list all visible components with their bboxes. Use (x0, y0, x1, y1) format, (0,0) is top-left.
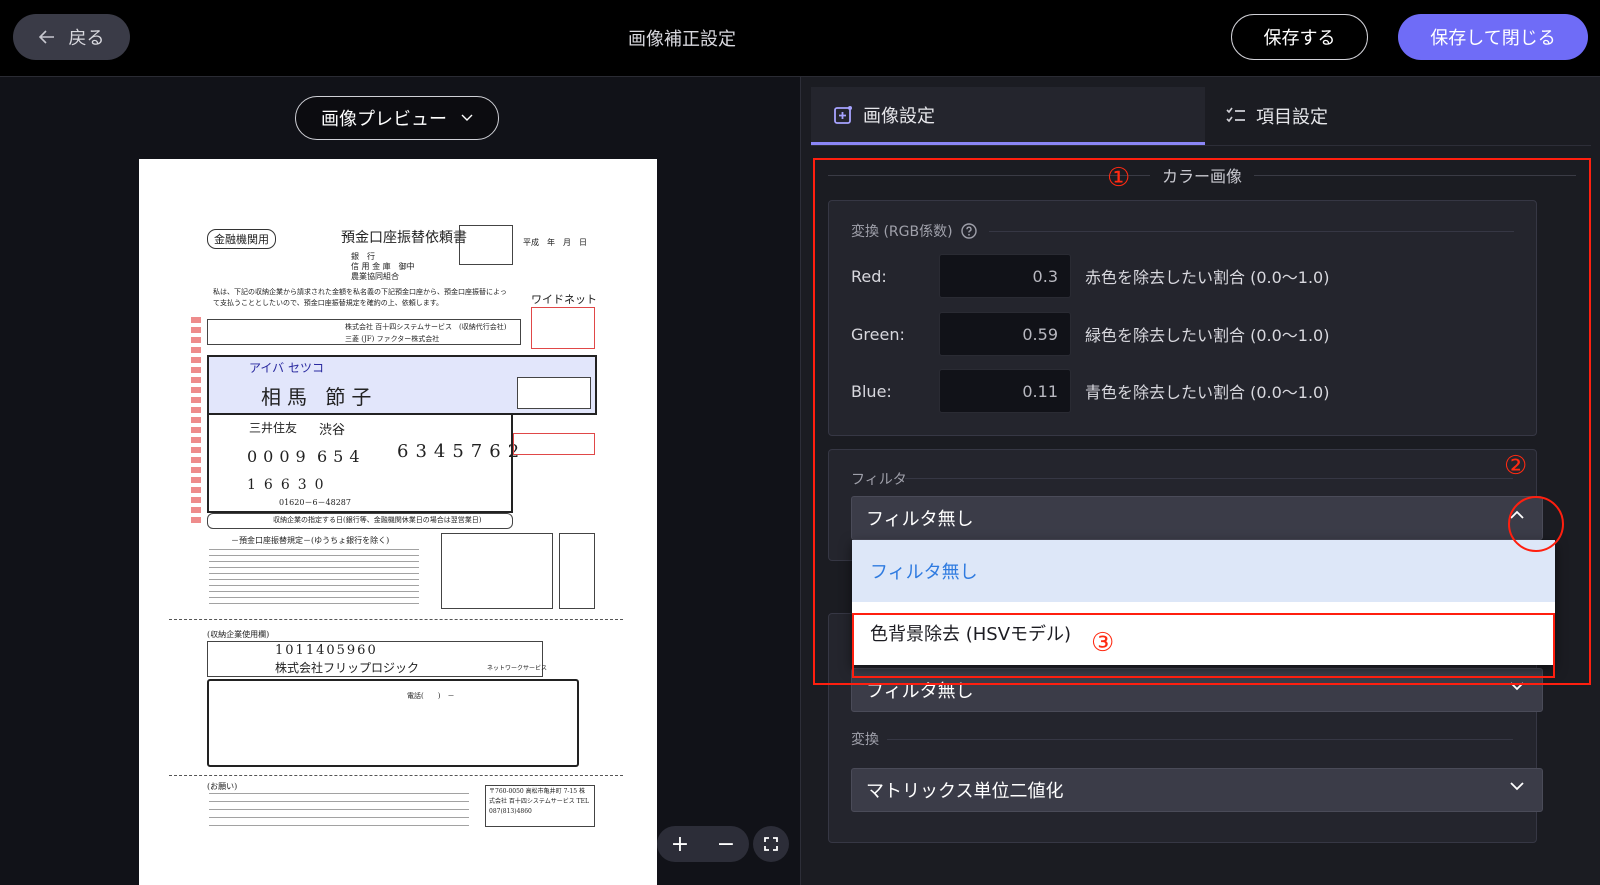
doc-branch-name: 渋谷 (319, 423, 346, 438)
fit-to-screen-button[interactable] (753, 826, 789, 862)
zoom-pill: + − (657, 826, 749, 862)
settings-tabs: 画像設定 項目設定 (811, 87, 1591, 146)
doc-red-box-top (531, 307, 595, 349)
top-bar: 戻る 画像補正設定 保存する 保存して閉じる (0, 0, 1600, 77)
annotation-box-option (852, 613, 1555, 678)
doc-payee-box (207, 319, 521, 345)
list-check-icon (1226, 107, 1245, 123)
conversion-select[interactable]: マトリックス単位二値化 (851, 768, 1543, 812)
tab-image-settings-label: 画像設定 (863, 105, 935, 127)
doc-branch-code: 654 (317, 447, 366, 466)
doc-bank-name: 三井住友 (249, 421, 298, 435)
zoom-out-button[interactable]: − (703, 826, 749, 862)
doc-consignor-name: 株式会社フリップロジック (275, 661, 420, 675)
doc-phone-label: 電話( ) － (407, 692, 455, 700)
chevron-down-icon (461, 114, 473, 121)
doc-badge: 金融機関用 (207, 229, 276, 249)
doc-transfer-note: 収納企業の指定する日(銀行等、金融機関休業日の場合は翌営業日) (273, 516, 482, 524)
image-preview-panel: 画像プレビュー 金融機関用 預金口座振替依頼書 平成 年 月 日 銀 行 信 用… (0, 77, 800, 885)
doc-account-sub: 01620－6－48287 (279, 498, 351, 507)
doc-stamp-column (559, 533, 595, 609)
doc-service: ネットワークサービス (487, 665, 548, 672)
preview-mode-label: 画像プレビュー (321, 109, 447, 130)
fullscreen-icon (764, 837, 778, 851)
doc-footer-body (209, 793, 469, 829)
annotation-circle-chevron (1508, 496, 1564, 552)
doc-date: 平成 年 月 日 (523, 238, 587, 247)
doc-consignor-number: 1011405960 (275, 643, 378, 658)
preview-mode-select[interactable]: 画像プレビュー (295, 96, 499, 140)
doc-bank-use-box (441, 533, 553, 609)
doc-postal-code: 16630 (247, 477, 332, 493)
chevron-down-icon (1510, 782, 1524, 791)
doc-account-name: 相馬 節子 (261, 385, 378, 409)
doc-rules-body (209, 549, 419, 605)
doc-dotted-divider-1 (169, 619, 623, 620)
tab-field-settings-label: 項目設定 (1256, 107, 1328, 128)
annotation-mark-1: ① (1107, 163, 1131, 193)
save-and-close-button[interactable]: 保存して閉じる (1398, 14, 1588, 60)
conversion-label: 変換 (851, 732, 879, 748)
tab-field-settings[interactable]: 項目設定 (1226, 87, 1328, 145)
zoom-in-button[interactable]: + (657, 826, 703, 862)
doc-seal-box (517, 377, 591, 409)
zoom-controls: + − (657, 826, 789, 862)
document-preview-image: 金融機関用 預金口座振替依頼書 平成 年 月 日 銀 行 信 用 金 庫 御中 … (139, 159, 657, 885)
doc-company-section: (収納企業使用欄) (207, 630, 270, 639)
image-sparkle-icon (834, 105, 852, 124)
tab-image-settings[interactable]: 画像設定 (811, 87, 1205, 145)
annotation-mark-3: ③ (1091, 628, 1115, 658)
doc-bank-line-3: 農業協同組合 (351, 272, 399, 281)
doc-side-note (191, 317, 201, 527)
conversion-select-value: マトリックス単位二値化 (866, 781, 1064, 802)
doc-furigana: アイバ セツコ (249, 361, 324, 375)
save-button[interactable]: 保存する (1231, 14, 1368, 60)
annotation-mark-2: ② (1504, 451, 1528, 481)
doc-footer-address: 〒760-0050 高松市亀井町 7-15 株式会社 百十四システムサービス T… (489, 788, 590, 815)
doc-stamp-box (459, 225, 513, 265)
annotation-box-section (813, 158, 1591, 685)
doc-account-number: 6345762 (397, 441, 527, 462)
doc-dotted-divider-2 (169, 775, 623, 776)
doc-intro: 私は、下記の収納企業から請求された金額を私名義の下記預金口座から、預金口座振替に… (213, 288, 507, 307)
doc-applicant-box (207, 679, 579, 767)
doc-footer-label: (お願い) (207, 782, 238, 791)
doc-bank-code: 0009 (247, 447, 312, 466)
doc-title: 預金口座振替依頼書 (341, 230, 467, 246)
doc-widenet: ワイドネット (531, 293, 597, 306)
page-title: 画像補正設定 (628, 29, 736, 50)
doc-rules-title: －預金口座振替規定－(ゆうちょ銀行を除く) (231, 536, 390, 545)
doc-red-box-right (513, 433, 595, 455)
conversion-label-divider (887, 739, 1513, 740)
